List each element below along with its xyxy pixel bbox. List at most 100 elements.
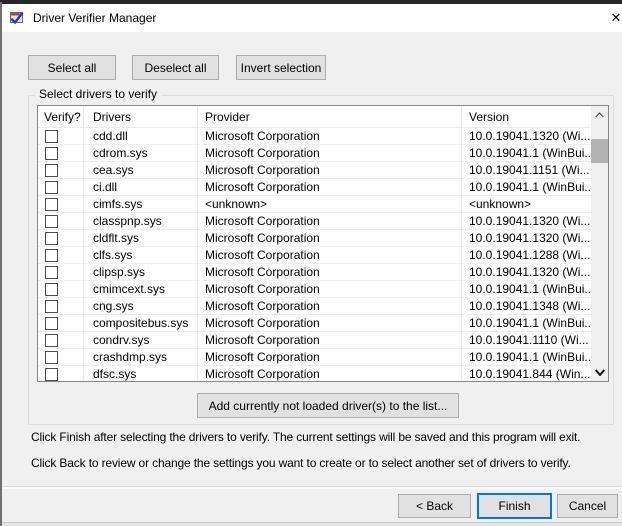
scroll-up-button[interactable] <box>591 106 608 123</box>
driver-version: <unknown> <box>462 196 608 213</box>
chevron-down-icon <box>595 369 605 376</box>
scroll-down-button[interactable] <box>591 364 608 381</box>
close-icon[interactable]: ✕ <box>603 4 622 32</box>
driver-provider: Microsoft Corporation <box>198 179 462 196</box>
verify-checkbox[interactable] <box>45 334 58 347</box>
add-unloaded-drivers-button[interactable]: Add currently not loaded driver(s) to th… <box>197 393 459 418</box>
column-header-drivers[interactable]: Drivers <box>84 106 198 128</box>
verify-cell <box>38 332 84 349</box>
driver-version: 10.0.19041.1320 (Wi... <box>462 213 608 230</box>
groupbox-label: Select drivers to verify <box>35 87 161 101</box>
column-header-provider[interactable]: Provider <box>198 106 462 128</box>
verify-checkbox[interactable] <box>45 215 58 228</box>
vertical-scrollbar[interactable] <box>591 106 608 381</box>
verify-checkbox[interactable] <box>45 130 58 143</box>
driver-provider: Microsoft Corporation <box>198 247 462 264</box>
cancel-button[interactable]: Cancel <box>557 494 618 518</box>
driver-version: 10.0.19041.1320 (Wi... <box>462 128 608 145</box>
table-row[interactable]: classpnp.sysMicrosoft Corporation10.0.19… <box>38 213 608 230</box>
verify-cell <box>38 162 84 179</box>
table-row[interactable]: clipsp.sysMicrosoft Corporation10.0.1904… <box>38 264 608 281</box>
table-row[interactable]: ci.dllMicrosoft Corporation10.0.19041.1 … <box>38 179 608 196</box>
verify-checkbox[interactable] <box>45 351 58 364</box>
verify-cell <box>38 298 84 315</box>
table-row[interactable]: clfs.sysMicrosoft Corporation10.0.19041.… <box>38 247 608 264</box>
verify-cell <box>38 264 84 281</box>
verify-cell <box>38 366 84 382</box>
invert-selection-button[interactable]: Invert selection <box>236 55 326 80</box>
driver-provider: Microsoft Corporation <box>198 315 462 332</box>
driver-name: cimfs.sys <box>84 196 198 213</box>
driver-list[interactable]: Verify? Drivers Provider Version cdd.dll… <box>37 105 609 382</box>
table-row[interactable]: cdrom.sysMicrosoft Corporation10.0.19041… <box>38 145 608 162</box>
column-header-version[interactable]: Version <box>462 106 608 128</box>
table-row[interactable]: cea.sysMicrosoft Corporation10.0.19041.1… <box>38 162 608 179</box>
driver-name: classpnp.sys <box>84 213 198 230</box>
verify-checkbox[interactable] <box>45 232 58 245</box>
verify-cell <box>38 145 84 162</box>
verify-checkbox[interactable] <box>45 317 58 330</box>
verify-checkbox[interactable] <box>45 300 58 313</box>
driver-version: 10.0.19041.1 (WinBui... <box>462 281 608 298</box>
scrollbar-thumb[interactable] <box>591 139 608 163</box>
verify-checkbox[interactable] <box>45 266 58 279</box>
driver-name: clfs.sys <box>84 247 198 264</box>
table-row[interactable]: condrv.sysMicrosoft Corporation10.0.1904… <box>38 332 608 349</box>
table-row[interactable]: compositebus.sysMicrosoft Corporation10.… <box>38 315 608 332</box>
verify-cell <box>38 128 84 145</box>
window-bottom-edge <box>0 522 622 526</box>
driver-version: 10.0.19041.1 (WinBui... <box>462 349 608 366</box>
back-instruction-text: Click Back to review or change the setti… <box>31 456 571 470</box>
driver-name: ci.dll <box>84 179 198 196</box>
driver-provider: Microsoft Corporation <box>198 162 462 179</box>
window-left-edge <box>0 2 2 526</box>
back-button[interactable]: < Back <box>398 494 471 518</box>
driver-provider: Microsoft Corporation <box>198 213 462 230</box>
verify-cell <box>38 179 84 196</box>
driver-name: crashdmp.sys <box>84 349 198 366</box>
table-row[interactable]: cldflt.sysMicrosoft Corporation10.0.1904… <box>38 230 608 247</box>
driver-name: compositebus.sys <box>84 315 198 332</box>
verify-checkbox[interactable] <box>45 147 58 160</box>
table-row[interactable]: crashdmp.sysMicrosoft Corporation10.0.19… <box>38 349 608 366</box>
verify-checkbox[interactable] <box>45 164 58 177</box>
table-row[interactable]: cimfs.sys<unknown><unknown> <box>38 196 608 213</box>
table-row[interactable]: cng.sysMicrosoft Corporation10.0.19041.1… <box>38 298 608 315</box>
verify-cell <box>38 281 84 298</box>
driver-table-body: cdd.dllMicrosoft Corporation10.0.19041.1… <box>38 128 608 382</box>
driver-name: clipsp.sys <box>84 264 198 281</box>
verify-checkbox[interactable] <box>45 181 58 194</box>
driver-version: 10.0.19041.1110 (Wi... <box>462 332 608 349</box>
verify-cell <box>38 213 84 230</box>
deselect-all-button[interactable]: Deselect all <box>132 55 219 80</box>
driver-provider: Microsoft Corporation <box>198 332 462 349</box>
driver-provider: <unknown> <box>198 196 462 213</box>
driver-provider: Microsoft Corporation <box>198 264 462 281</box>
driver-name: cldflt.sys <box>84 230 198 247</box>
driver-version: 10.0.19041.1348 (Wi... <box>462 298 608 315</box>
verify-checkbox[interactable] <box>45 283 58 296</box>
driver-version: 10.0.19041.1320 (Wi... <box>462 264 608 281</box>
verify-cell <box>38 315 84 332</box>
driver-version: 10.0.19041.1 (WinBui... <box>462 179 608 196</box>
verify-checkbox[interactable] <box>45 198 58 211</box>
verify-checkbox[interactable] <box>45 368 58 381</box>
driver-verifier-manager-window: Driver Verifier Manager ✕ Select all Des… <box>0 0 622 526</box>
verify-checkbox[interactable] <box>45 249 58 262</box>
driver-provider: Microsoft Corporation <box>198 145 462 162</box>
table-row[interactable]: dfsc.sysMicrosoft Corporation10.0.19041.… <box>38 366 608 382</box>
verify-cell <box>38 349 84 366</box>
finish-button[interactable]: Finish <box>477 493 552 519</box>
driver-version: 10.0.19041.1 (WinBui... <box>462 315 608 332</box>
footer-separator <box>0 486 622 489</box>
table-row[interactable]: cmimcext.sysMicrosoft Corporation10.0.19… <box>38 281 608 298</box>
driver-name: cea.sys <box>84 162 198 179</box>
column-header-verify[interactable]: Verify? <box>38 106 84 128</box>
driver-name: cdrom.sys <box>84 145 198 162</box>
table-row[interactable]: cdd.dllMicrosoft Corporation10.0.19041.1… <box>38 128 608 145</box>
driver-version: 10.0.19041.1288 (Wi... <box>462 247 608 264</box>
driver-provider: Microsoft Corporation <box>198 230 462 247</box>
driver-version: 10.0.19041.1320 (Wi... <box>462 230 608 247</box>
select-all-button[interactable]: Select all <box>28 55 116 80</box>
driver-name: cdd.dll <box>84 128 198 145</box>
